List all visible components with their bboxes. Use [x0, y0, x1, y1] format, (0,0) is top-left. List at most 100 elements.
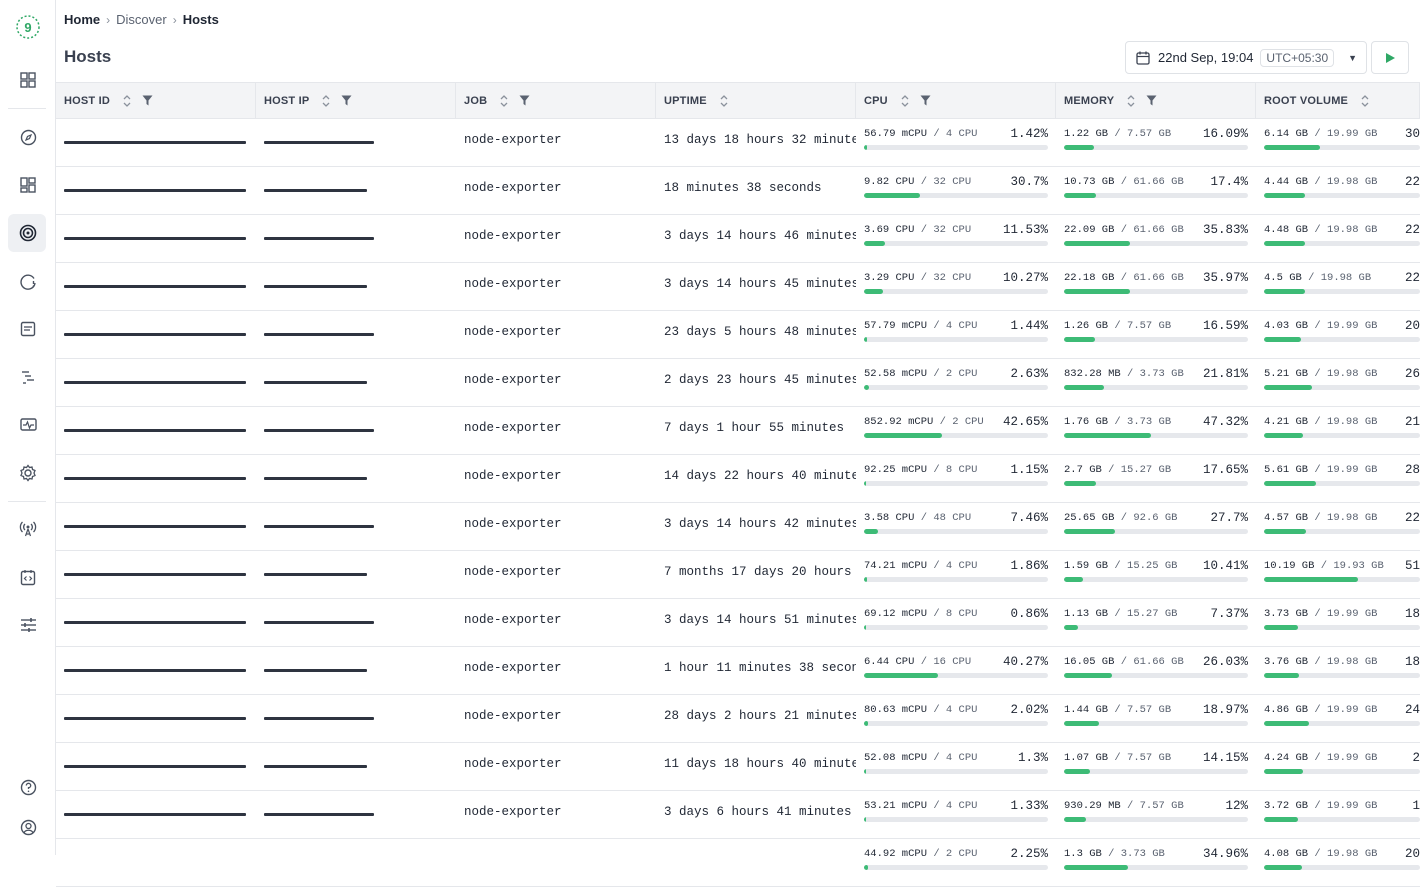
table-row[interactable]: node-exporter 7 days 1 hour 55 minutes 852… [56, 406, 1420, 455]
apps-icon[interactable] [17, 174, 39, 196]
table-row[interactable]: node-exporter 3 days 14 hours 46 minutes 3… [56, 214, 1420, 263]
sort-icon[interactable] [499, 94, 509, 108]
table-row[interactable]: node-exporter 7 months 17 days 20 hours 74… [56, 550, 1420, 599]
table-row[interactable]: node-exporter 3 days 14 hours 45 minutes 3… [56, 262, 1420, 311]
table-row[interactable]: node-exporter 3 days 14 hours 51 minutes 6… [56, 598, 1420, 647]
table-row[interactable]: node-exporter 23 days 5 hours 48 minutes 5… [56, 310, 1420, 359]
host-ip-redacted [264, 669, 367, 672]
root-volume-percent: 26 [1404, 367, 1420, 381]
timezone-badge: UTC+05:30 [1260, 48, 1335, 67]
filter-icon[interactable] [142, 95, 153, 106]
code-icon[interactable] [17, 566, 39, 588]
cpu-usage-cell: 57.79 mCPU / 4 CPU 1.44% [864, 318, 1048, 350]
table-row[interactable]: node-exporter 13 days 18 hours 32 minutes… [56, 118, 1420, 167]
table-row[interactable]: 44.92 mCPU / 2 CPU 2.25% 1.3 GB / 3.73 GB 3… [56, 838, 1420, 887]
sort-icon[interactable] [122, 94, 132, 108]
memory-total-value: / 7.57 GB [1114, 320, 1172, 332]
filter-icon[interactable] [1146, 95, 1157, 106]
column-header[interactable]: HOST IP [256, 83, 456, 118]
root-volume-percent: 22 [1404, 511, 1420, 525]
table-row[interactable]: node-exporter 3 days 14 hours 42 minutes 3… [56, 502, 1420, 551]
column-header-label: MEMORY [1064, 94, 1115, 107]
column-header[interactable]: UPTIME [656, 83, 856, 118]
sort-icon[interactable] [719, 94, 729, 108]
root-volume-progress-bar [1264, 145, 1420, 150]
column-header[interactable]: ROOT VOLUME [1256, 83, 1420, 118]
monitor-icon[interactable] [17, 414, 39, 436]
logs-icon[interactable] [17, 318, 39, 340]
root-volume-progress-bar [1264, 817, 1420, 822]
cpu-progress-fill [864, 769, 867, 774]
sort-icon[interactable] [900, 94, 910, 108]
table-row[interactable]: node-exporter 28 days 2 hours 21 minutes 8… [56, 694, 1420, 743]
uptime-cell: 3 days 14 hours 46 minutes [664, 229, 856, 243]
cpu-total-value: / 2 CPU [933, 368, 978, 380]
root-volume-progress-bar [1264, 577, 1420, 582]
memory-progress-bar [1064, 481, 1248, 486]
cpu-progress-fill [864, 145, 867, 150]
root-volume-used: 4.57 GB / 19.98 GB [1264, 512, 1377, 524]
sort-icon[interactable] [1126, 94, 1136, 108]
table-row[interactable]: node-exporter 1 hour 11 minutes 38 second… [56, 646, 1420, 695]
column-header[interactable]: MEMORY [1056, 83, 1256, 118]
page-title: Hosts [64, 47, 112, 66]
root-volume-progress-fill [1264, 673, 1299, 678]
cpu-progress-bar [864, 433, 1048, 438]
settings-icon[interactable] [17, 462, 39, 484]
compass-icon[interactable] [17, 126, 39, 148]
cpu-used: 69.12 mCPU / 8 CPU [864, 608, 977, 620]
memory-total-value: / 7.57 GB [1114, 704, 1172, 716]
column-header[interactable]: HOST ID [56, 83, 256, 118]
job-cell: node-exporter [464, 469, 562, 483]
cpu-usage-cell: 80.63 mCPU / 4 CPU 2.02% [864, 702, 1048, 734]
root-volume-total-value: / 19.98 GB [1308, 272, 1372, 284]
root-volume-used-value: 4.08 GB [1264, 848, 1309, 860]
sort-icon[interactable] [1360, 94, 1370, 108]
table-row[interactable]: node-exporter 18 minutes 38 seconds 9.82 C… [56, 166, 1420, 215]
root-volume-used-value: 3.72 GB [1264, 800, 1309, 812]
run-query-button[interactable] [1371, 41, 1409, 74]
host-id-redacted [64, 285, 246, 288]
cpu-usage-cell: 852.92 mCPU / 2 CPU 42.65% [864, 414, 1048, 446]
time-range-picker[interactable]: 22nd Sep, 19:04 UTC+05:30 ▼ [1125, 41, 1367, 74]
filter-icon[interactable] [920, 95, 931, 106]
cpu-used-value: 57.79 mCPU [864, 320, 928, 332]
chevron-down-icon[interactable]: ▼ [1348, 53, 1357, 63]
cpu-used: 80.63 mCPU / 4 CPU [864, 704, 977, 716]
table-row[interactable]: node-exporter 3 days 6 hours 41 minutes 53… [56, 790, 1420, 839]
table-row[interactable]: node-exporter 11 days 18 hours 40 minutes… [56, 742, 1420, 791]
column-header[interactable]: CPU [856, 83, 1056, 118]
column-header-label: CPU [864, 94, 888, 107]
root-volume-used-value: 3.73 GB [1264, 608, 1309, 620]
alert-icon[interactable] [17, 270, 39, 292]
help-icon[interactable] [17, 776, 39, 798]
table-row[interactable]: node-exporter 2 days 23 hours 45 minutes 5… [56, 358, 1420, 407]
root-volume-progress-fill [1264, 385, 1313, 390]
memory-used: 1.59 GB / 15.25 GB [1064, 560, 1177, 572]
root-volume-usage-cell: 4.86 GB / 19.99 GB 24 [1264, 702, 1420, 734]
cpu-used: 52.58 mCPU / 2 CPU [864, 368, 977, 380]
cpu-percent: 40.27% [1002, 655, 1048, 669]
user-icon[interactable] [17, 816, 39, 838]
memory-usage-cell: 1.44 GB / 7.57 GB 18.97% [1064, 702, 1248, 734]
sort-icon[interactable] [321, 94, 331, 108]
sliders-icon[interactable] [17, 614, 39, 636]
traces-icon[interactable] [17, 366, 39, 388]
filter-icon[interactable] [341, 95, 352, 106]
broadcast-icon[interactable] [17, 518, 39, 540]
target-icon[interactable] [17, 222, 39, 244]
breadcrumb-home[interactable]: Home [64, 12, 100, 27]
column-header[interactable]: JOB [456, 83, 656, 118]
dashboard-icon[interactable] [17, 69, 39, 91]
host-id-redacted [64, 573, 246, 576]
breadcrumb-discover[interactable]: Discover [116, 12, 167, 27]
cpu-usage-cell: 9.82 CPU / 32 CPU 30.7% [864, 174, 1048, 206]
table-row[interactable]: node-exporter 14 days 22 hours 40 minutes… [56, 454, 1420, 503]
memory-progress-bar [1064, 337, 1248, 342]
filter-icon[interactable] [519, 95, 530, 106]
memory-usage-cell: 16.05 GB / 61.66 GB 26.03% [1064, 654, 1248, 686]
cpu-used-value: 53.21 mCPU [864, 800, 928, 812]
host-ip-redacted [264, 477, 367, 480]
memory-progress-fill [1064, 433, 1152, 438]
logo-icon[interactable]: 9 [15, 14, 41, 40]
